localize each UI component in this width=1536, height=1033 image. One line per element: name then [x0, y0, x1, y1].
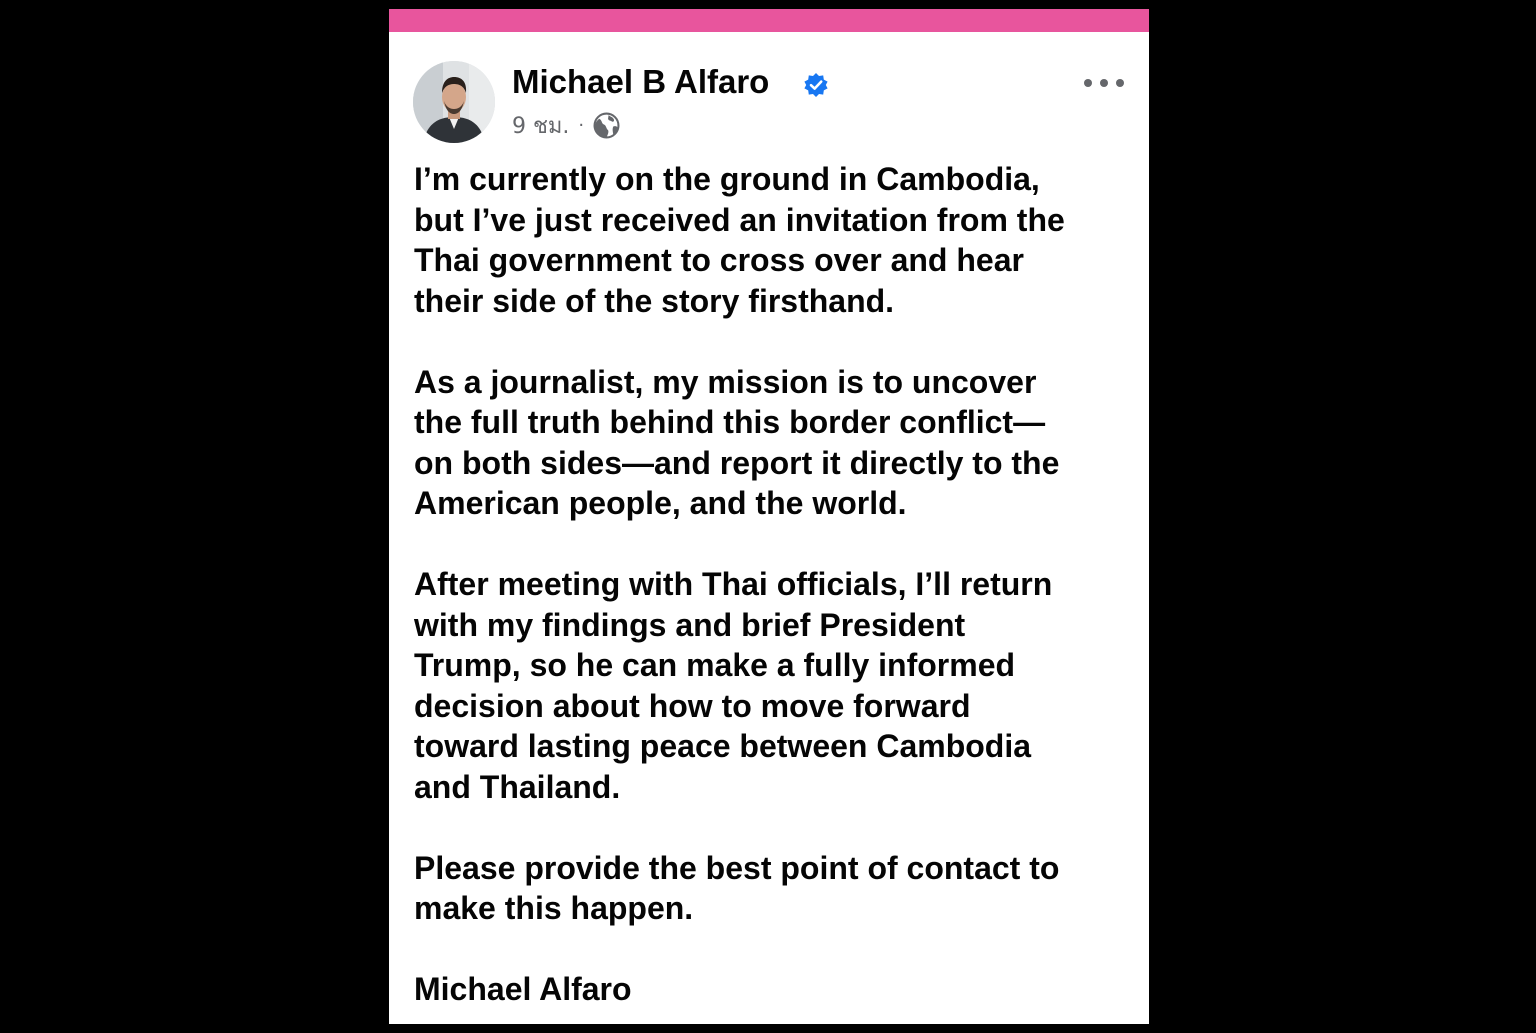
more-options-icon[interactable]: [1084, 73, 1124, 93]
post-meta: 9 ชม. ·: [512, 109, 620, 141]
post-paragraph: I’m currently on the ground in Cambodia,…: [414, 161, 1065, 319]
author-avatar[interactable]: [413, 61, 495, 143]
more-dot: [1116, 79, 1124, 87]
top-accent-bar: [389, 9, 1149, 32]
post-timestamp[interactable]: 9 ชม.: [512, 108, 569, 143]
post-text: I’m currently on the ground in Cambodia,…: [414, 159, 1134, 1024]
post-paragraph: Please provide the best point of contact…: [414, 849, 1060, 927]
verified-badge-icon: [804, 73, 828, 97]
globe-icon[interactable]: [593, 112, 620, 139]
meta-separator: ·: [578, 114, 585, 136]
post-signature: Michael Alfaro: [414, 971, 632, 1007]
more-dot: [1084, 79, 1092, 87]
author-name[interactable]: Michael B Alfaro: [512, 63, 769, 101]
post-card: Michael B Alfaro 9 ชม. · I’m currently o…: [389, 9, 1149, 1024]
post-paragraph: As a journalist, my mission is to uncove…: [414, 363, 1060, 522]
post-paragraph: After meeting with Thai officials, I’ll …: [414, 566, 1053, 805]
more-dot: [1100, 79, 1108, 87]
